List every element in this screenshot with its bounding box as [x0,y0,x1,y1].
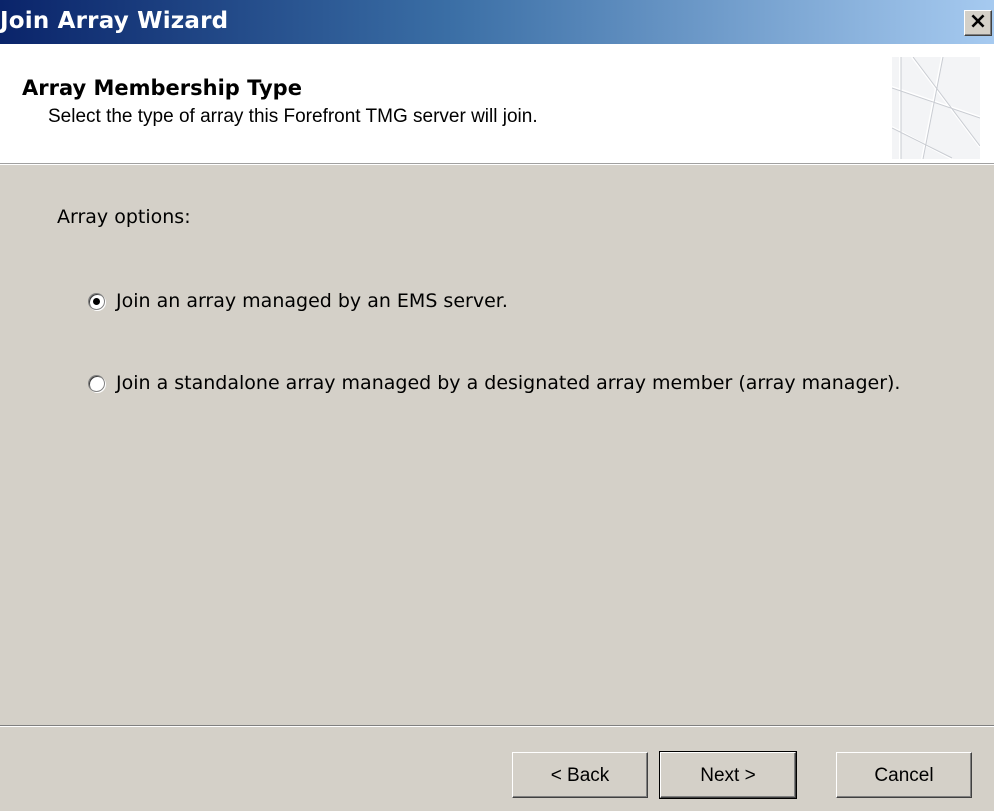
page-subtitle: Select the type of array this Forefront … [48,106,538,127]
title-bar: Join Array Wizard × [0,0,994,44]
close-button[interactable]: × [964,10,992,36]
footer-divider-highlight [0,726,994,727]
page-title: Array Membership Type [22,76,302,100]
array-options-label: Array options: [57,206,191,228]
header-divider [0,164,994,165]
cancel-button[interactable]: Cancel [836,752,972,798]
window-title: Join Array Wizard [0,8,229,34]
option-ems-array[interactable]: Join an array managed by an EMS server. [88,288,508,314]
option-standalone-array[interactable]: Join a standalone array managed by a des… [88,370,900,396]
option-standalone-array-label: Join a standalone array managed by a des… [116,372,901,394]
close-icon: × [968,9,988,34]
back-button[interactable]: < Back [512,752,648,798]
wizard-graphic-icon [891,56,981,160]
radio-unselected-icon[interactable] [88,374,105,392]
wizard-header: Array Membership Type Select the type of… [0,44,994,164]
radio-selected-icon[interactable] [88,292,105,310]
option-ems-array-label: Join an array managed by an EMS server. [116,290,508,312]
next-button[interactable]: Next > [659,751,797,799]
